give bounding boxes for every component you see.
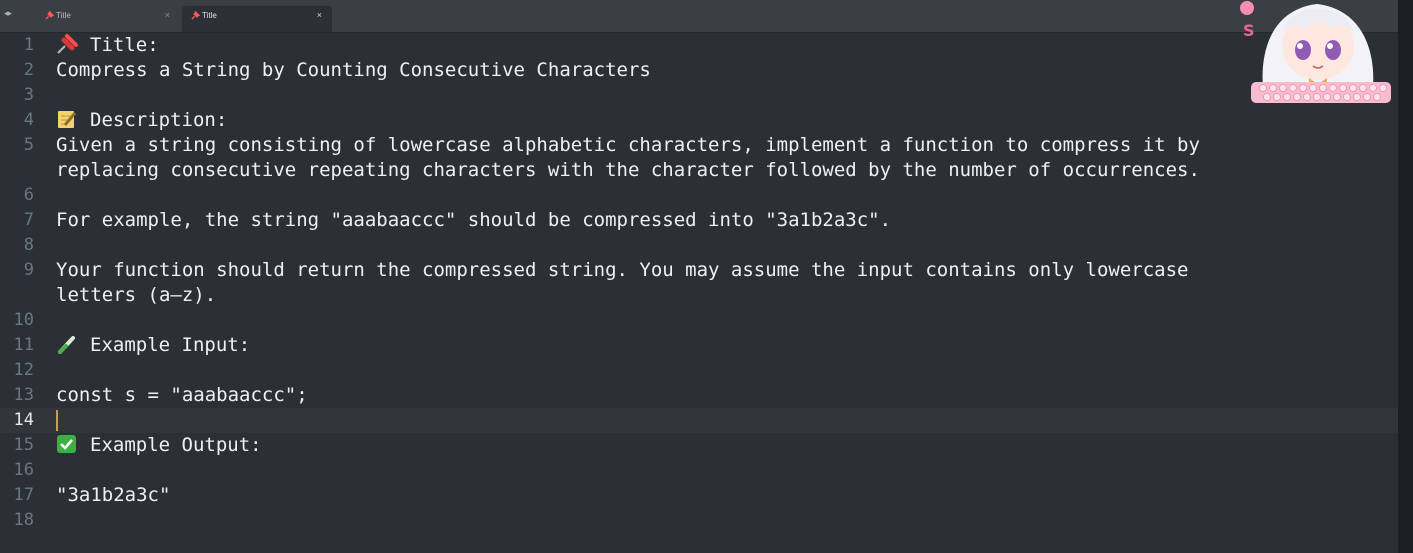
- line-number: 16: [13, 460, 34, 480]
- line-text: letters (a–z).: [56, 283, 216, 308]
- line-number: 17: [13, 485, 34, 505]
- line-content: For example, the string "aaabaaccc" shou…: [56, 209, 892, 231]
- editor-line[interactable]: 16: [0, 458, 1398, 483]
- editor-line[interactable]: 12: [0, 358, 1398, 383]
- line-number: 14: [13, 410, 34, 430]
- tab-inactive[interactable]: Title ×: [36, 6, 180, 32]
- line-text: Title:: [56, 33, 159, 58]
- editor-line[interactable]: 11 Example Input:: [0, 333, 1398, 358]
- line-text: Given a string consisting of lowercase a…: [56, 133, 1200, 158]
- pushpin-icon: [191, 10, 201, 22]
- line-text: Compress a String by Counting Consecutiv…: [56, 58, 651, 83]
- editor-line[interactable]: 14: [0, 408, 1398, 433]
- line-number: 4: [23, 110, 34, 130]
- line-text: Example Input:: [56, 333, 250, 358]
- editor-line[interactable]: 3: [0, 83, 1398, 108]
- line-content: Given a string consisting of lowercase a…: [56, 134, 1200, 156]
- tab-title: Title: [202, 11, 217, 20]
- editor-line[interactable]: letters (a–z).: [0, 283, 1398, 308]
- line-text: Description:: [56, 108, 227, 133]
- line-content: Your function should return the compress…: [56, 259, 1189, 281]
- line-content: Title:: [90, 34, 159, 56]
- line-number: 13: [13, 385, 34, 405]
- line-content: Example Input:: [90, 334, 251, 356]
- line-number: 8: [23, 235, 34, 255]
- pushpin-icon: [45, 10, 55, 22]
- line-number: 15: [13, 435, 34, 455]
- editor-line[interactable]: 8: [0, 233, 1398, 258]
- text-cursor: [56, 410, 58, 431]
- editor-line[interactable]: 6: [0, 183, 1398, 208]
- tab-close-icon[interactable]: ×: [165, 10, 170, 20]
- line-number: 10: [13, 310, 34, 330]
- tab-nav-arrows[interactable]: ◂▸: [4, 9, 12, 19]
- line-number: 5: [23, 135, 34, 155]
- line-number: 2: [23, 60, 34, 80]
- editor-line[interactable]: 9 Your function should return the compres…: [0, 258, 1398, 283]
- line-text: Example Output:: [56, 433, 262, 458]
- text-editor[interactable]: 1 Title: 2 Compress a String by Counting Co…: [0, 33, 1398, 553]
- editor-line[interactable]: 7 For example, the string "aaabaaccc" sho…: [0, 208, 1398, 233]
- editor-line[interactable]: 5 Given a string consisting of lowercase …: [0, 133, 1398, 158]
- editor-line[interactable]: replacing consecutive repeating characte…: [0, 158, 1398, 183]
- line-content: Description:: [90, 109, 228, 131]
- editor-line[interactable]: 10: [0, 308, 1398, 333]
- editor-line[interactable]: 2 Compress a String by Counting Consecuti…: [0, 58, 1398, 83]
- window-edge: [1398, 0, 1413, 553]
- anime-mascot-image: S: [1237, 0, 1399, 103]
- editor-window: ◂▸ Title × Title × 1 Title: 2 Compress a St…: [0, 0, 1413, 553]
- line-text: const s = "aaabaaccc";: [56, 383, 308, 408]
- line-number: 1: [23, 35, 34, 55]
- test-tube-icon: [56, 334, 78, 354]
- line-content: replacing consecutive repeating characte…: [56, 159, 1200, 181]
- line-number: 12: [13, 360, 34, 380]
- memo-icon: [56, 109, 78, 129]
- editor-line[interactable]: 15 Example Output:: [0, 433, 1398, 458]
- editor-line[interactable]: 18: [0, 508, 1398, 533]
- line-content: Example Output:: [90, 434, 262, 456]
- line-number: 11: [13, 335, 34, 355]
- line-number: 6: [23, 185, 34, 205]
- tab-close-icon[interactable]: ×: [317, 10, 322, 20]
- check-mark-icon: [56, 434, 78, 454]
- line-number: 3: [23, 85, 34, 105]
- tab-active[interactable]: Title ×: [182, 6, 332, 32]
- line-text: Your function should return the compress…: [56, 258, 1188, 283]
- line-content: Compress a String by Counting Consecutiv…: [56, 59, 651, 81]
- line-number: 18: [13, 510, 34, 530]
- line-text: "3a1b2a3c": [56, 483, 170, 508]
- editor-line[interactable]: 4 Description:: [0, 108, 1398, 133]
- line-content: const s = "aaabaaccc";: [56, 384, 308, 406]
- line-number: 7: [23, 210, 34, 230]
- line-content: letters (a–z).: [56, 284, 217, 306]
- editor-line[interactable]: 13 const s = "aaabaaccc";: [0, 383, 1398, 408]
- editor-line[interactable]: 17 "3a1b2a3c": [0, 483, 1398, 508]
- line-text: replacing consecutive repeating characte…: [56, 158, 1200, 183]
- line-text: For example, the string "aaabaaccc" shou…: [56, 208, 891, 233]
- tab-bar: ◂▸ Title × Title ×: [0, 0, 1398, 33]
- svg-text:S: S: [1243, 21, 1255, 40]
- pushpin-icon: [56, 34, 78, 54]
- tab-title: Title: [56, 11, 71, 20]
- line-number: 9: [23, 260, 34, 280]
- editor-line[interactable]: 1 Title:: [0, 33, 1398, 58]
- line-content: "3a1b2a3c": [56, 484, 171, 506]
